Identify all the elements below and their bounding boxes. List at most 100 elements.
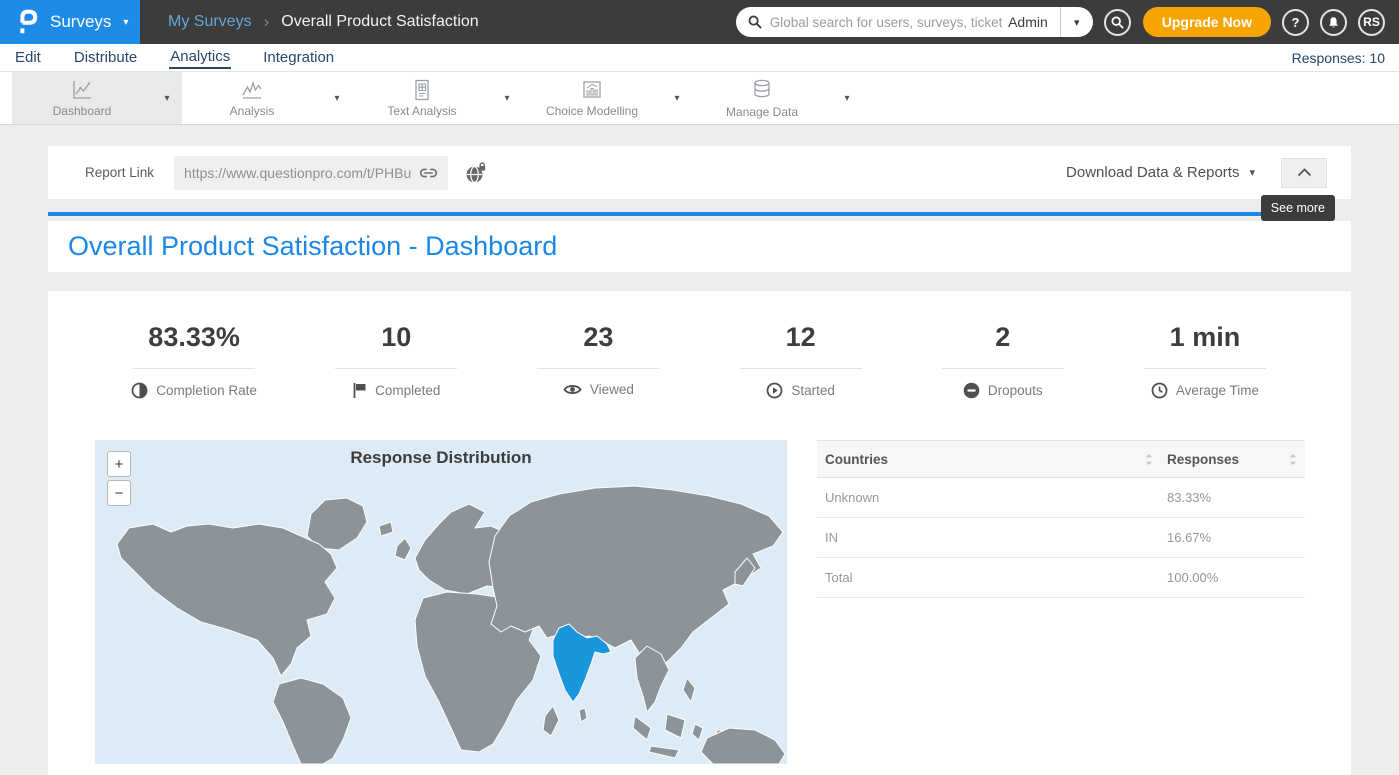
- stat-divider: [335, 368, 457, 369]
- chevron-down-icon: ▾: [334, 93, 339, 104]
- stat-started: 12 Started: [700, 322, 902, 399]
- framed-chart-icon: [580, 79, 604, 101]
- search-button[interactable]: [1104, 9, 1131, 36]
- stat-divider: [133, 368, 255, 369]
- see-more-tooltip: See more: [1261, 195, 1335, 221]
- upgrade-now-button[interactable]: Upgrade Now: [1143, 7, 1271, 37]
- responses-count: Responses: 10: [1292, 50, 1385, 66]
- stat-label: Dropouts: [988, 383, 1043, 398]
- avatar-initials: RS: [1363, 15, 1380, 29]
- toolbar-item-label: Analysis: [230, 104, 275, 118]
- map-table-row: Response Distribution + −: [48, 440, 1351, 764]
- countries-table-header: Countries Responses: [817, 440, 1305, 478]
- toolbar-dashboard-dropdown[interactable]: ▾: [152, 72, 182, 124]
- tab-distribute[interactable]: Distribute: [73, 47, 138, 68]
- user-avatar[interactable]: RS: [1358, 9, 1385, 36]
- question-mark-icon: ?: [1292, 15, 1300, 30]
- global-search: Admin ▾: [736, 7, 1093, 37]
- sort-icon[interactable]: [1145, 453, 1153, 466]
- product-menu[interactable]: Surveys ▾: [0, 0, 140, 44]
- toolbar-item-dashboard[interactable]: Dashboard ▾: [12, 72, 182, 124]
- search-icon: [1111, 16, 1124, 29]
- toolbar-item-label: Text Analysis: [387, 104, 456, 118]
- dashboard-content: 83.33% Completion Rate 10 Completed: [48, 291, 1351, 775]
- responses-cell: 100.00%: [1167, 570, 1218, 585]
- map-region-uk: [395, 538, 411, 560]
- notifications-button[interactable]: [1320, 9, 1347, 36]
- map-zoom-in-button[interactable]: +: [107, 451, 131, 477]
- stat-value: 12: [700, 322, 902, 353]
- globe-lock-icon[interactable]: [465, 162, 487, 184]
- eye-icon: [563, 382, 582, 397]
- toolbar-analysis-dropdown[interactable]: ▾: [322, 72, 352, 124]
- stat-divider: [942, 368, 1064, 369]
- search-scope-dropdown[interactable]: ▾: [1061, 7, 1093, 37]
- toolbar-text-analysis-dropdown[interactable]: ▾: [492, 72, 522, 124]
- document-table-icon: [411, 79, 433, 101]
- report-link-input[interactable]: [184, 165, 415, 181]
- country-cell: Unknown: [825, 490, 879, 505]
- stat-value: 10: [295, 322, 497, 353]
- table-row: IN 16.67%: [817, 518, 1305, 558]
- chevron-down-icon: ▾: [844, 93, 849, 104]
- search-scope-label: Admin: [1008, 14, 1048, 30]
- section-divider: [48, 212, 1327, 216]
- map-region-sulawesi: [692, 724, 703, 740]
- stat-value: 23: [497, 322, 699, 353]
- play-circle-icon: [766, 382, 783, 399]
- tab-integration[interactable]: Integration: [262, 47, 335, 68]
- report-link-field: [174, 156, 448, 190]
- tab-analytics[interactable]: Analytics: [169, 46, 231, 69]
- stat-viewed: 23 Viewed: [497, 322, 699, 399]
- map-region-sumatra: [633, 716, 651, 740]
- toolbar-choice-modelling-dropdown[interactable]: ▾: [662, 72, 692, 124]
- stat-label: Started: [791, 383, 835, 398]
- stat-label: Completion Rate: [156, 383, 257, 398]
- clock-icon: [1151, 382, 1168, 399]
- sort-icon[interactable]: [1289, 453, 1297, 466]
- map-zoom-controls: + −: [107, 451, 131, 506]
- search-icon: [748, 15, 762, 29]
- table-row: Total 100.00%: [817, 558, 1305, 598]
- toolbar-item-text-analysis[interactable]: Text Analysis ▾: [352, 72, 522, 124]
- help-button[interactable]: ?: [1282, 9, 1309, 36]
- stat-completion-rate: 83.33% Completion Rate: [93, 322, 295, 399]
- stat-average-time: 1 min Average Time: [1104, 322, 1306, 399]
- map-zoom-out-button[interactable]: −: [107, 480, 131, 506]
- title-bar: Overall Product Satisfaction - Dashboard: [48, 221, 1351, 272]
- map-region-south-america: [273, 678, 351, 764]
- map-region-sri-lanka: [579, 708, 587, 722]
- world-map[interactable]: [95, 440, 787, 764]
- tab-edit[interactable]: Edit: [14, 47, 42, 68]
- chevron-down-icon: ▾: [164, 93, 169, 104]
- dashboard-page: Report Link Download Data & Reports ▾ Se…: [0, 125, 1399, 775]
- stat-label: Viewed: [590, 382, 634, 397]
- stat-label: Average Time: [1176, 383, 1259, 398]
- contrast-circle-icon: [131, 382, 148, 399]
- toolbar-item-manage-data[interactable]: Manage Data ▾: [692, 72, 862, 124]
- toolbar-manage-data-dropdown[interactable]: ▾: [832, 72, 862, 124]
- toolbar-item-choice-modelling[interactable]: Choice Modelling ▾: [522, 72, 692, 124]
- see-more-toggle-button[interactable]: See more: [1281, 158, 1327, 188]
- breadcrumb: My Surveys › Overall Product Satisfactio…: [168, 12, 479, 32]
- flag-icon: [352, 382, 367, 399]
- map-region-madagascar: [543, 706, 559, 736]
- stat-divider: [1144, 368, 1266, 369]
- analytics-toolbar: Dashboard ▾ Analysis ▾ Text Analysis ▾ C…: [0, 72, 1399, 125]
- country-cell: IN: [825, 530, 838, 545]
- responses-cell: 83.33%: [1167, 490, 1211, 505]
- stat-value: 1 min: [1104, 322, 1306, 353]
- stat-completed: 10 Completed: [295, 322, 497, 399]
- kpi-stats-row: 83.33% Completion Rate 10 Completed: [48, 322, 1351, 399]
- report-link-bar: Report Link Download Data & Reports ▾ Se…: [48, 146, 1351, 199]
- download-data-reports-menu[interactable]: Download Data & Reports ▾: [1066, 164, 1255, 181]
- link-icon[interactable]: [419, 167, 438, 179]
- breadcrumb-my-surveys[interactable]: My Surveys: [168, 13, 252, 31]
- breadcrumb-current-survey: Overall Product Satisfaction: [281, 13, 478, 31]
- column-header-responses: Responses: [1167, 452, 1239, 467]
- report-link-label: Report Link: [85, 165, 154, 180]
- toolbar-item-analysis[interactable]: Analysis ▾: [182, 72, 352, 124]
- global-search-input[interactable]: [770, 15, 1002, 30]
- stat-label: Completed: [375, 383, 440, 398]
- chevron-down-icon: ▾: [123, 17, 128, 28]
